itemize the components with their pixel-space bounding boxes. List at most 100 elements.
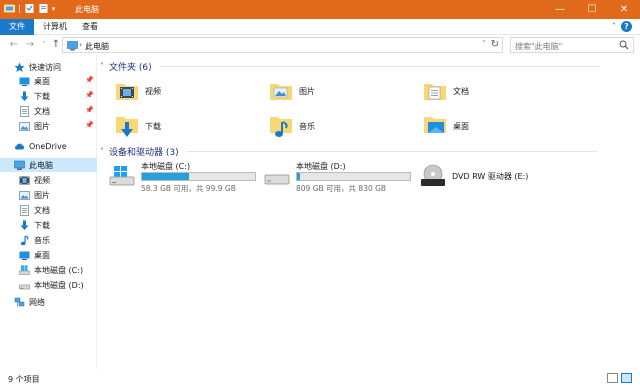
downloads-folder-icon <box>116 117 138 137</box>
status-bar: 9 个项目 <box>0 370 640 387</box>
sidebar-item-label: 视频 <box>34 175 50 185</box>
maximize-button[interactable]: ☐ <box>576 0 608 19</box>
large-icons-view-button[interactable] <box>621 373 632 383</box>
sidebar-item-label: 本地磁盘 (C:) <box>34 265 84 275</box>
sidebar-item-label: 网络 <box>29 297 45 307</box>
breadcrumb-this-pc[interactable]: 此电脑 <box>85 41 109 52</box>
drive-usage-bar <box>141 172 256 181</box>
sidebar-item-label: 桌面 <box>34 76 50 86</box>
this-pc-icon <box>67 41 78 51</box>
back-button[interactable]: ← <box>8 38 20 52</box>
folder-label: 图片 <box>299 86 315 96</box>
sidebar-item-desktop[interactable]: 桌面 <box>0 248 97 262</box>
sidebar-item-label: 本地磁盘 (D:) <box>34 280 84 290</box>
sidebar-item-documents[interactable]: 文档 <box>0 203 97 217</box>
sidebar-item-label: 文档 <box>34 106 50 116</box>
sidebar-item-pictures[interactable]: 图片 <box>0 188 97 202</box>
network-icon <box>14 297 25 306</box>
sidebar-item-downloads[interactable]: 下载 <box>0 218 97 232</box>
forward-button[interactable]: → <box>24 38 36 52</box>
folder-music[interactable]: 音乐 <box>268 110 418 142</box>
folder-downloads[interactable]: 下载 <box>114 110 264 142</box>
pin-icon[interactable]: 📌 <box>85 106 94 114</box>
group-divider <box>186 151 597 152</box>
folder-label: 桌面 <box>453 121 469 131</box>
sidebar-item-this-pc[interactable]: 此电脑 <box>0 158 97 172</box>
address-bar[interactable]: › 此电脑 ˅ ↻ <box>62 37 503 53</box>
tab-computer[interactable]: 计算机 <box>34 19 76 35</box>
sidebar-item-onedrive[interactable]: OneDrive <box>0 139 97 153</box>
folder-label: 视频 <box>145 86 161 96</box>
window-title: 此电脑 <box>75 5 99 14</box>
download-icon <box>20 91 29 101</box>
folder-documents[interactable]: 文档 <box>422 75 572 107</box>
search-input[interactable]: 搜索"此电脑" <box>510 37 634 53</box>
sidebar-item-network[interactable]: 网络 <box>0 295 97 309</box>
new-folder-icon[interactable] <box>38 3 49 14</box>
drive-c[interactable]: 本地磁盘 (C:) 58.3 GB 可用，共 99.9 GB <box>109 161 269 193</box>
explorer-icon[interactable] <box>4 3 15 14</box>
sidebar-item-quick-access[interactable]: 快速访问 <box>0 60 97 74</box>
item-count: 9 个项目 <box>8 375 40 384</box>
cloud-icon <box>15 143 25 149</box>
pin-icon[interactable]: 📌 <box>85 121 94 129</box>
pin-icon[interactable]: 📌 <box>85 91 94 99</box>
folder-pictures[interactable]: 图片 <box>268 75 418 107</box>
pictures-icon <box>19 190 30 200</box>
sidebar-item-documents-pinned[interactable]: 文档 📌 <box>0 104 97 118</box>
details-view-button[interactable] <box>607 373 618 383</box>
expand-ribbon-icon[interactable]: ˅ <box>612 22 616 31</box>
collapse-chevron-icon[interactable]: ˅ <box>100 62 104 71</box>
title-bar: | ▾ 此电脑 — ☐ ✕ <box>0 0 640 19</box>
group-divider <box>159 66 600 67</box>
music-folder-icon <box>270 117 292 137</box>
folder-label: 下载 <box>145 121 161 131</box>
drive-usage-bar <box>296 172 411 181</box>
folders-group-header[interactable]: ˅ 文件夹 (6) <box>100 60 600 73</box>
folder-videos[interactable]: 视频 <box>114 75 264 107</box>
tab-file[interactable]: 文件 <box>0 19 34 35</box>
drive-usage-fill <box>297 173 301 180</box>
windows-drive-icon <box>109 166 135 186</box>
videos-icon <box>19 176 30 184</box>
properties-icon[interactable] <box>24 3 35 14</box>
drives-group-header[interactable]: ˅ 设备和驱动器 (3) <box>100 145 597 158</box>
close-button[interactable]: ✕ <box>608 0 640 19</box>
content-pane: ˅ 文件夹 (6) 视频 图片 文档 下载 音乐 桌面 ˅ 设备和驱动器 (3)… <box>100 55 640 370</box>
pictures-folder-icon <box>270 84 292 100</box>
sidebar-item-label: 桌面 <box>34 250 50 260</box>
up-button[interactable]: ↑ <box>50 38 62 52</box>
sidebar-item-videos[interactable]: 视频 <box>0 173 97 187</box>
group-title: 设备和驱动器 (3) <box>109 148 179 158</box>
drive-d[interactable]: 本地磁盘 (D:) 809 GB 可用，共 830 GB <box>264 161 424 193</box>
minimize-button[interactable]: — <box>544 0 576 19</box>
drive-e-dvd[interactable]: DVD DVD RW 驱动器 (E:) <box>420 161 580 193</box>
drive-icon <box>19 284 30 289</box>
collapse-chevron-icon[interactable]: ˅ <box>100 147 104 156</box>
drive-usage-fill <box>142 173 190 180</box>
folder-desktop[interactable]: 桌面 <box>422 110 572 142</box>
group-title: 文件夹 (6) <box>109 63 152 73</box>
tab-view[interactable]: 查看 <box>73 19 107 35</box>
recent-locations-button[interactable]: ˅ <box>38 38 50 52</box>
sidebar-item-label: 下载 <box>34 91 50 101</box>
refresh-button[interactable]: ↻ <box>491 39 499 50</box>
ribbon: 文件 计算机 查看 ˅ ? <box>0 19 640 35</box>
sidebar-item-drive-d[interactable]: 本地磁盘 (D:) <box>0 278 97 292</box>
documents-folder-icon <box>424 84 446 100</box>
drive-label: 本地磁盘 (C:) <box>141 162 191 171</box>
download-icon <box>20 220 29 230</box>
help-icon[interactable]: ? <box>621 21 632 32</box>
drive-space-info: 809 GB 可用，共 830 GB <box>296 184 387 193</box>
sidebar-item-music[interactable]: 音乐 <box>0 233 97 247</box>
address-history-dropdown[interactable]: ˅ <box>483 40 487 48</box>
separator: | <box>18 4 21 13</box>
windows-drive-icon <box>19 265 30 275</box>
sidebar-item-drive-c[interactable]: 本地磁盘 (C:) <box>0 263 97 277</box>
customize-quick-access-icon[interactable]: ▾ <box>52 5 56 13</box>
address-row: ← → ˅ ↑ › 此电脑 ˅ ↻ 搜索"此电脑" <box>0 35 640 55</box>
sidebar-item-downloads-pinned[interactable]: 下载 📌 <box>0 89 97 103</box>
sidebar-item-desktop-pinned[interactable]: 桌面 📌 <box>0 74 97 88</box>
pin-icon[interactable]: 📌 <box>85 76 94 84</box>
sidebar-item-pictures-pinned[interactable]: 图片 📌 <box>0 119 97 133</box>
